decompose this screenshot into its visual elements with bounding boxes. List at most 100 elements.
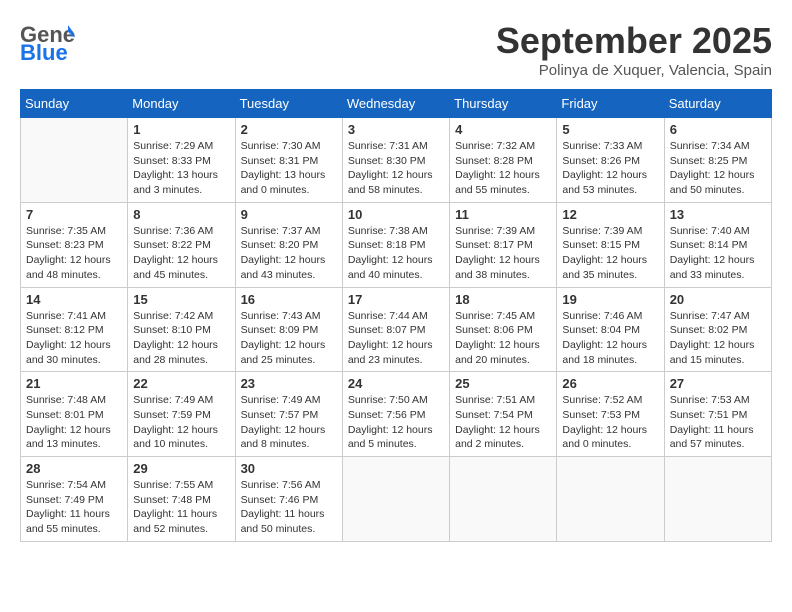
calendar-cell: 15 Sunrise: 7:42 AM Sunset: 8:10 PM Dayli… (128, 287, 235, 372)
calendar-cell: 30Sunrise: 7:56 AM Sunset: 7:46 PM Dayli… (235, 457, 342, 542)
day-info: Sunrise: 7:32 AM Sunset: 8:28 PM Dayligh… (455, 139, 551, 198)
day-info: Sunrise: 7:56 AM Sunset: 7:46 PM Dayligh… (241, 478, 337, 537)
day-of-week-header: Tuesday (235, 90, 342, 118)
day-of-week-header: Saturday (664, 90, 771, 118)
day-info: Sunrise: 7:45 AM Sunset: 8:06 PM Dayligh… (455, 309, 551, 368)
calendar-cell: 21 Sunrise: 7:48 AM Sunset: 8:01 PM Dayli… (21, 372, 128, 457)
day-info: Sunrise: 7:48 AM Sunset: 8:01 PM Dayligh… (26, 393, 122, 452)
day-number: 16 (241, 292, 337, 307)
calendar-cell: 16 Sunrise: 7:43 AM Sunset: 8:09 PM Dayli… (235, 287, 342, 372)
day-info: Sunrise: 7:29 AM Sunset: 8:33 PM Dayligh… (133, 139, 229, 198)
svg-text:Blue: Blue (20, 40, 68, 65)
calendar-week-row: 21 Sunrise: 7:48 AM Sunset: 8:01 PM Dayli… (21, 372, 772, 457)
calendar-cell: 2 Sunrise: 7:30 AM Sunset: 8:31 PM Daylig… (235, 118, 342, 203)
calendar-cell: 20 Sunrise: 7:47 AM Sunset: 8:02 PM Dayli… (664, 287, 771, 372)
calendar-table: SundayMondayTuesdayWednesdayThursdayFrid… (20, 89, 772, 542)
day-number: 9 (241, 207, 337, 222)
calendar-header-row: SundayMondayTuesdayWednesdayThursdayFrid… (21, 90, 772, 118)
day-of-week-header: Monday (128, 90, 235, 118)
day-number: 2 (241, 122, 337, 137)
calendar-cell: 4 Sunrise: 7:32 AM Sunset: 8:28 PM Daylig… (450, 118, 557, 203)
calendar-cell: 25 Sunrise: 7:51 AM Sunset: 7:54 PM Dayli… (450, 372, 557, 457)
calendar-cell: 26 Sunrise: 7:52 AM Sunset: 7:53 PM Dayli… (557, 372, 664, 457)
day-number: 24 (348, 376, 444, 391)
day-info: Sunrise: 7:51 AM Sunset: 7:54 PM Dayligh… (455, 393, 551, 452)
calendar-cell: 8 Sunrise: 7:36 AM Sunset: 8:22 PM Daylig… (128, 202, 235, 287)
calendar-cell: 13 Sunrise: 7:40 AM Sunset: 8:14 PM Dayli… (664, 202, 771, 287)
calendar-cell: 22 Sunrise: 7:49 AM Sunset: 7:59 PM Dayli… (128, 372, 235, 457)
day-info: Sunrise: 7:55 AM Sunset: 7:48 PM Dayligh… (133, 478, 229, 537)
calendar-cell: 19Sunrise: 7:46 AM Sunset: 8:04 PM Dayli… (557, 287, 664, 372)
day-info: Sunrise: 7:50 AM Sunset: 7:56 PM Dayligh… (348, 393, 444, 452)
day-number: 13 (670, 207, 766, 222)
day-info: Sunrise: 7:49 AM Sunset: 7:59 PM Dayligh… (133, 393, 229, 452)
day-number: 17 (348, 292, 444, 307)
calendar-cell: 29 Sunrise: 7:55 AM Sunset: 7:48 PM Dayli… (128, 457, 235, 542)
calendar-cell: 27 Sunrise: 7:53 AM Sunset: 7:51 PM Dayli… (664, 372, 771, 457)
calendar-cell: 24 Sunrise: 7:50 AM Sunset: 7:56 PM Dayli… (342, 372, 449, 457)
calendar-cell: 14 Sunrise: 7:41 AM Sunset: 8:12 PM Dayli… (21, 287, 128, 372)
calendar-cell: 5 Sunrise: 7:33 AM Sunset: 8:26 PM Daylig… (557, 118, 664, 203)
day-number: 20 (670, 292, 766, 307)
logo-icon: General Blue (20, 20, 75, 65)
day-number: 8 (133, 207, 229, 222)
calendar-cell: 10Sunrise: 7:38 AM Sunset: 8:18 PM Dayli… (342, 202, 449, 287)
day-info: Sunrise: 7:39 AM Sunset: 8:15 PM Dayligh… (562, 224, 658, 283)
calendar-cell: 6Sunrise: 7:34 AM Sunset: 8:25 PM Daylig… (664, 118, 771, 203)
day-number: 7 (26, 207, 122, 222)
day-info: Sunrise: 7:37 AM Sunset: 8:20 PM Dayligh… (241, 224, 337, 283)
day-number: 14 (26, 292, 122, 307)
day-info: Sunrise: 7:47 AM Sunset: 8:02 PM Dayligh… (670, 309, 766, 368)
day-number: 26 (562, 376, 658, 391)
day-info: Sunrise: 7:30 AM Sunset: 8:31 PM Dayligh… (241, 139, 337, 198)
calendar-cell (450, 457, 557, 542)
calendar-body: 1 Sunrise: 7:29 AM Sunset: 8:33 PM Daylig… (21, 118, 772, 542)
calendar-cell: 18 Sunrise: 7:45 AM Sunset: 8:06 PM Dayli… (450, 287, 557, 372)
day-number: 5 (562, 122, 658, 137)
day-number: 12 (562, 207, 658, 222)
day-info: Sunrise: 7:44 AM Sunset: 8:07 PM Dayligh… (348, 309, 444, 368)
day-of-week-header: Friday (557, 90, 664, 118)
calendar-cell: 7Sunrise: 7:35 AM Sunset: 8:23 PM Daylig… (21, 202, 128, 287)
calendar-cell (557, 457, 664, 542)
day-info: Sunrise: 7:40 AM Sunset: 8:14 PM Dayligh… (670, 224, 766, 283)
day-number: 23 (241, 376, 337, 391)
day-number: 4 (455, 122, 551, 137)
calendar-week-row: 1 Sunrise: 7:29 AM Sunset: 8:33 PM Daylig… (21, 118, 772, 203)
day-number: 28 (26, 461, 122, 476)
logo: General Blue (20, 20, 75, 65)
day-info: Sunrise: 7:39 AM Sunset: 8:17 PM Dayligh… (455, 224, 551, 283)
day-info: Sunrise: 7:52 AM Sunset: 7:53 PM Dayligh… (562, 393, 658, 452)
day-info: Sunrise: 7:36 AM Sunset: 8:22 PM Dayligh… (133, 224, 229, 283)
day-info: Sunrise: 7:43 AM Sunset: 8:09 PM Dayligh… (241, 309, 337, 368)
day-of-week-header: Thursday (450, 90, 557, 118)
day-info: Sunrise: 7:33 AM Sunset: 8:26 PM Dayligh… (562, 139, 658, 198)
calendar-cell: 9 Sunrise: 7:37 AM Sunset: 8:20 PM Daylig… (235, 202, 342, 287)
calendar-cell (342, 457, 449, 542)
day-number: 25 (455, 376, 551, 391)
day-info: Sunrise: 7:49 AM Sunset: 7:57 PM Dayligh… (241, 393, 337, 452)
day-of-week-header: Wednesday (342, 90, 449, 118)
day-number: 22 (133, 376, 229, 391)
calendar-cell: 23 Sunrise: 7:49 AM Sunset: 7:57 PM Dayli… (235, 372, 342, 457)
calendar-cell: 17 Sunrise: 7:44 AM Sunset: 8:07 PM Dayli… (342, 287, 449, 372)
day-number: 27 (670, 376, 766, 391)
day-number: 29 (133, 461, 229, 476)
day-info: Sunrise: 7:42 AM Sunset: 8:10 PM Dayligh… (133, 309, 229, 368)
calendar-cell: 11Sunrise: 7:39 AM Sunset: 8:17 PM Dayli… (450, 202, 557, 287)
location: Polinya de Xuquer, Valencia, Spain (496, 62, 772, 79)
day-number: 10 (348, 207, 444, 222)
day-number: 21 (26, 376, 122, 391)
calendar-week-row: 28Sunrise: 7:54 AM Sunset: 7:49 PM Dayli… (21, 457, 772, 542)
calendar-cell: 28Sunrise: 7:54 AM Sunset: 7:49 PM Dayli… (21, 457, 128, 542)
day-info: Sunrise: 7:53 AM Sunset: 7:51 PM Dayligh… (670, 393, 766, 452)
day-info: Sunrise: 7:41 AM Sunset: 8:12 PM Dayligh… (26, 309, 122, 368)
day-number: 18 (455, 292, 551, 307)
day-number: 1 (133, 122, 229, 137)
day-of-week-header: Sunday (21, 90, 128, 118)
calendar-week-row: 14 Sunrise: 7:41 AM Sunset: 8:12 PM Dayli… (21, 287, 772, 372)
calendar-week-row: 7Sunrise: 7:35 AM Sunset: 8:23 PM Daylig… (21, 202, 772, 287)
day-number: 3 (348, 122, 444, 137)
day-number: 15 (133, 292, 229, 307)
calendar-cell: 3Sunrise: 7:31 AM Sunset: 8:30 PM Daylig… (342, 118, 449, 203)
